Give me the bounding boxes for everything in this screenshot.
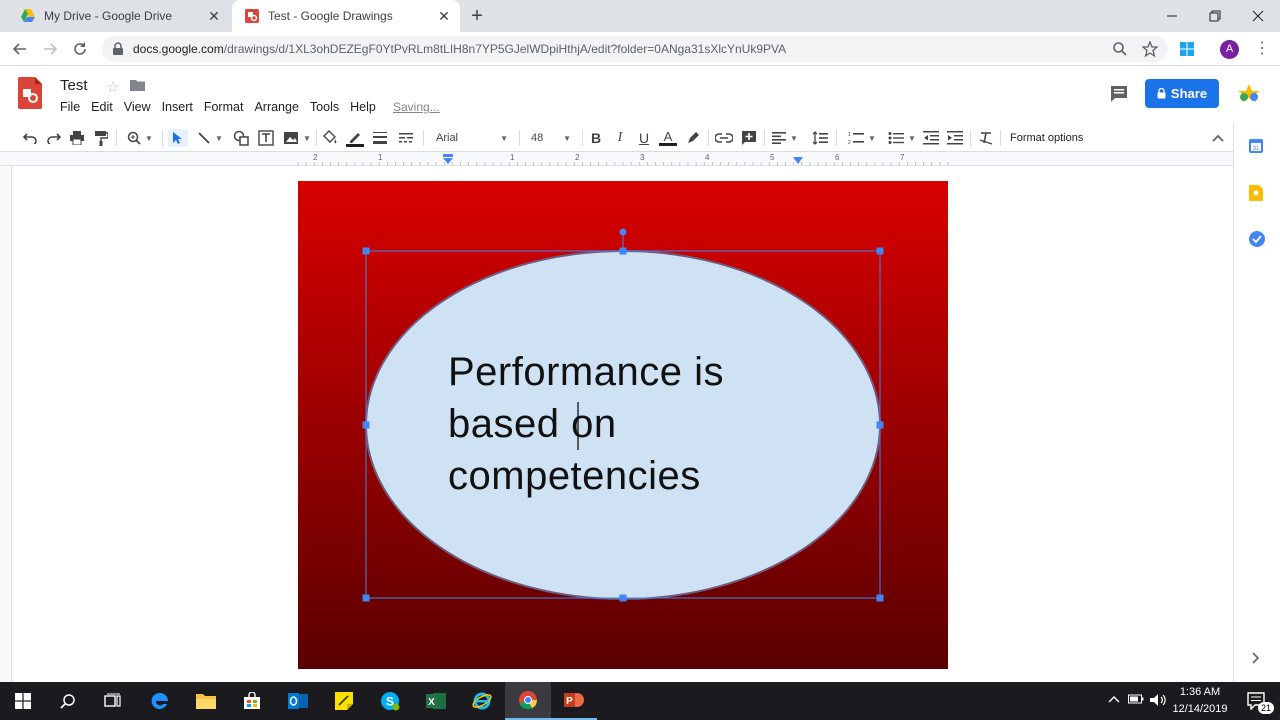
resize-handle-top[interactable] (619, 247, 627, 255)
windows-taskbar: S X P 1:36 AM 12/14/2019 21 (0, 682, 1280, 720)
task-view-icon[interactable] (90, 682, 136, 720)
svg-text:31: 31 (1253, 146, 1260, 152)
volume-icon[interactable] (1150, 693, 1168, 707)
edge-browser-icon[interactable] (137, 682, 183, 720)
clock-time[interactable]: 1:36 AM (1172, 686, 1228, 698)
side-panel: 31 (1233, 124, 1280, 682)
store-icon[interactable] (229, 682, 275, 720)
internet-explorer-icon[interactable] (459, 682, 505, 720)
rotate-handle[interactable] (619, 228, 627, 236)
show-hidden-icons-icon[interactable] (1108, 695, 1120, 703)
clock-date[interactable]: 12/14/2019 (1168, 703, 1232, 715)
action-center-icon[interactable]: 21 (1234, 682, 1280, 720)
notification-count-badge: 21 (1258, 702, 1275, 714)
resize-handle-bottom-right[interactable] (876, 594, 884, 602)
resize-handle-top-left[interactable] (362, 247, 370, 255)
shape-text-line: competencies (448, 454, 701, 498)
resize-handle-top-right[interactable] (876, 247, 884, 255)
powerpoint-icon[interactable]: P (551, 682, 597, 720)
shape-text[interactable]: Performance is based on competencies (448, 346, 828, 502)
excel-icon[interactable]: X (413, 682, 459, 720)
expand-panel-icon[interactable] (1252, 652, 1260, 664)
shape-text-line: Performance is (448, 350, 724, 394)
calendar-icon[interactable]: 31 (1249, 139, 1263, 153)
tasks-icon[interactable] (1249, 231, 1265, 247)
svg-text:X: X (428, 697, 435, 708)
resize-handle-bottom-left[interactable] (362, 594, 370, 602)
svg-text:P: P (566, 696, 573, 707)
outlook-icon[interactable] (275, 682, 321, 720)
file-explorer-icon[interactable] (183, 682, 229, 720)
resize-handle-bottom[interactable] (619, 594, 627, 602)
search-icon[interactable] (45, 682, 91, 720)
skype-icon[interactable]: S (367, 682, 413, 720)
shape-text-line: based on (448, 402, 617, 446)
resize-handle-left[interactable] (362, 421, 370, 429)
chrome-icon[interactable] (505, 682, 551, 720)
battery-icon[interactable] (1128, 694, 1144, 704)
keep-icon[interactable] (1249, 185, 1263, 201)
resize-handle-right[interactable] (876, 421, 884, 429)
windows-start-icon[interactable] (0, 682, 46, 720)
sticky-notes-icon[interactable] (321, 682, 367, 720)
